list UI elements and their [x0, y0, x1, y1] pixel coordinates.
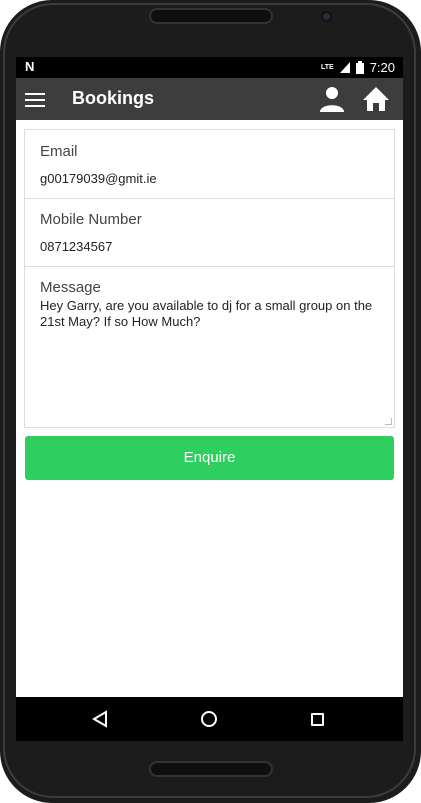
recents-square-icon[interactable] [311, 713, 324, 726]
email-label: Email [40, 143, 78, 160]
signal-icon [339, 62, 350, 73]
battery-icon [355, 61, 364, 74]
app-screen: N LTE 7:20 Bookings Email g00179039@gmit… [16, 57, 403, 741]
app-bar: Bookings [16, 78, 403, 120]
phone-frame: N LTE 7:20 Bookings Email g00179039@gmit… [0, 0, 421, 803]
home-circle-icon[interactable] [200, 710, 218, 728]
hamburger-menu-icon[interactable] [25, 93, 45, 107]
home-icon[interactable] [362, 85, 390, 113]
mobile-number-value[interactable]: 0871234567 [40, 239, 112, 254]
notification-icon: N [25, 59, 35, 74]
booking-form: Email g00179039@gmit.ie Mobile Number 08… [24, 129, 395, 428]
message-field[interactable]: Message Hey Garry, are you available to … [25, 267, 394, 427]
person-icon[interactable] [319, 86, 345, 112]
status-time: 7:20 [369, 60, 395, 75]
page-title: Bookings [72, 88, 155, 108]
message-label: Message [40, 279, 101, 296]
mobile-number-field[interactable]: Mobile Number 0871234567 [25, 199, 394, 267]
email-field[interactable]: Email g00179039@gmit.ie [25, 130, 394, 199]
email-value[interactable]: g00179039@gmit.ie [40, 171, 157, 186]
front-camera [321, 11, 332, 22]
top-speaker [149, 8, 273, 24]
message-textarea[interactable]: Hey Garry, are you available to dj for a… [40, 298, 382, 330]
bottom-speaker [149, 761, 273, 777]
back-triangle-icon[interactable] [91, 710, 109, 728]
resize-grip-icon[interactable] [385, 418, 392, 425]
mobile-number-label: Mobile Number [40, 211, 142, 228]
enquire-button[interactable]: Enquire [25, 436, 394, 480]
status-bar: N LTE 7:20 [16, 57, 403, 78]
network-type: LTE [320, 64, 334, 71]
system-nav-bar [16, 697, 403, 741]
